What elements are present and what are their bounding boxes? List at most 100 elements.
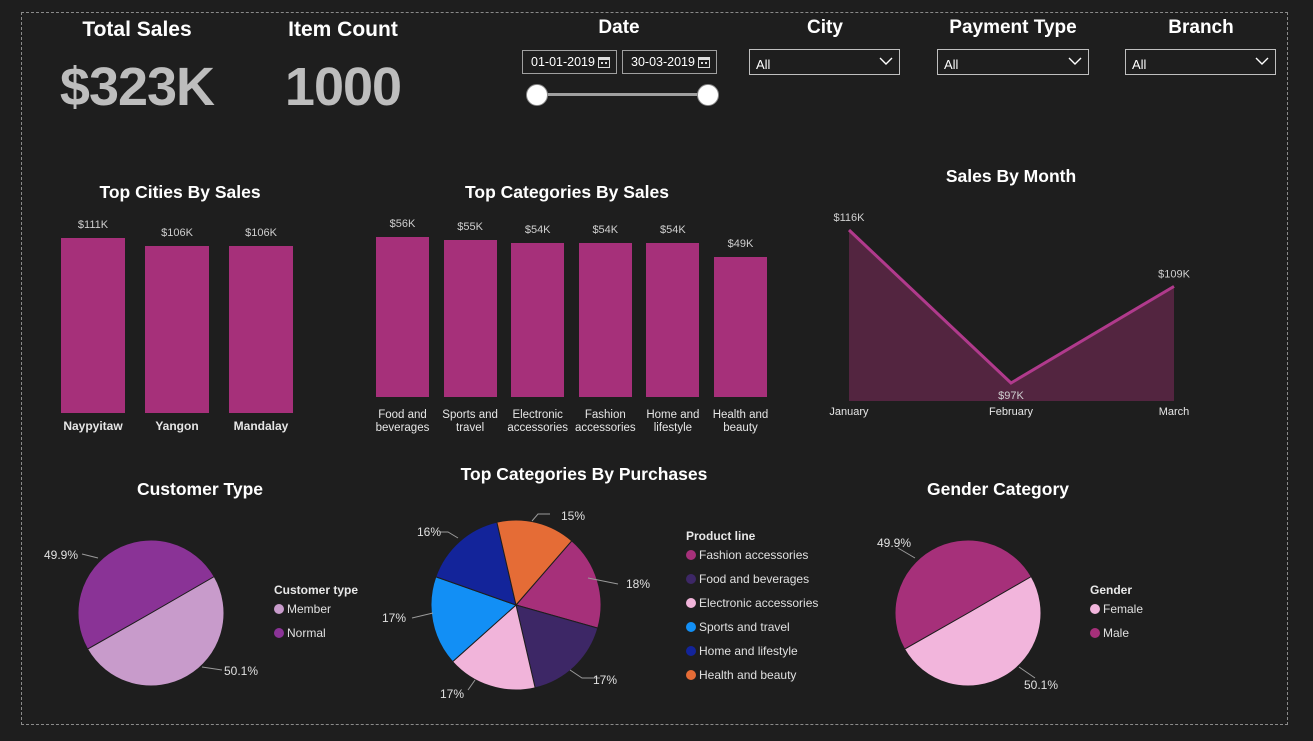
product-line-legend: Product line Fashion accessories Food and… [686, 529, 818, 687]
data-label: $109K [1158, 268, 1190, 280]
legend-label: Health and beauty [699, 668, 797, 682]
legend-label: Sports and travel [699, 620, 790, 634]
data-label: $106K [161, 226, 193, 239]
chevron-down-icon [1255, 57, 1269, 65]
legend-item[interactable]: Health and beauty [686, 663, 818, 687]
date-range-start-handle[interactable] [526, 84, 548, 106]
x-tick-label: March [1159, 406, 1190, 418]
category-label-line: lifestyle [653, 422, 693, 434]
legend-item[interactable]: Food and beverages [686, 567, 818, 591]
category-label-line: Sports and [442, 409, 498, 421]
branch-filter-title: Branch [1168, 17, 1234, 38]
legend-marker [274, 604, 284, 614]
customer-type-title: Customer Type [136, 479, 264, 499]
calendar-icon[interactable] [698, 56, 710, 68]
legend-label: Male [1103, 626, 1130, 640]
payment-type-select-value: All [944, 57, 959, 72]
category-label: Electronic accessories [501, 409, 574, 435]
bar [578, 242, 632, 397]
data-label: $106K [245, 226, 277, 239]
pie-label: 16% [417, 525, 441, 539]
customer-type-legend: Customer type Member Normal [274, 583, 358, 645]
legend-marker [686, 598, 696, 608]
legend-marker [1090, 604, 1100, 614]
legend-item[interactable]: Fashion accessories [686, 543, 818, 567]
calendar-icon[interactable] [598, 56, 610, 68]
legend-item[interactable]: Home and lifestyle [686, 639, 818, 663]
legend-marker [686, 670, 696, 680]
legend-item[interactable]: Female [1090, 597, 1143, 621]
pie-label: 49.9% [44, 548, 78, 562]
category-label: Sports and travel [434, 409, 507, 435]
category-label: Home and lifestyle [636, 409, 709, 435]
data-label: $54K [592, 223, 619, 236]
customer-type-pie: 50.1% 49.9% [44, 539, 258, 687]
date-range-slider-track[interactable] [537, 93, 708, 96]
legend-title: Product line [686, 529, 756, 543]
pie-label: 50.1% [1024, 678, 1058, 692]
total-sales-title: Total Sales [82, 18, 192, 41]
item-count-title: Item Count [288, 18, 398, 41]
bar [61, 238, 125, 413]
date-end-input[interactable]: 30-03-2019 [622, 50, 717, 74]
data-label: $111K [77, 219, 109, 231]
category-label: Health and beauty [704, 409, 777, 435]
category-label-line: beverages [375, 422, 430, 434]
pie-label: 17% [593, 673, 617, 687]
legend-marker [686, 646, 696, 656]
pie-label: 18% [626, 577, 650, 591]
legend-label: Electronic accessories [699, 596, 819, 610]
category-label: Naypyitaw [63, 419, 123, 433]
legend-label: Female [1103, 602, 1144, 616]
category-label-line: accessories [507, 422, 569, 434]
chevron-down-icon [1068, 57, 1082, 65]
branch-select-value: All [1132, 57, 1147, 72]
x-tick-label: February [989, 406, 1034, 418]
legend-marker [686, 550, 696, 560]
bar [443, 239, 497, 397]
legend-label: Home and lifestyle [699, 644, 798, 658]
legend-item[interactable]: Sports and travel [686, 615, 818, 639]
date-range-end-handle[interactable] [697, 84, 719, 106]
payment-type-select[interactable]: All [937, 49, 1089, 75]
category-label-line: Home and [646, 409, 700, 421]
bar [376, 237, 429, 397]
legend-marker [1090, 628, 1100, 638]
chevron-down-icon [879, 57, 893, 65]
data-label: $54K [660, 223, 686, 236]
leader-line [1018, 666, 1036, 679]
city-filter-title: City [807, 17, 843, 38]
x-tick-label: January [829, 406, 869, 418]
bar [145, 245, 209, 413]
legend-item[interactable]: Electronic accessories [686, 591, 818, 615]
date-end-value: 30-03-2019 [631, 55, 695, 69]
legend-item[interactable]: Member [274, 597, 358, 621]
category-label-line: Electronic [512, 409, 563, 421]
pie-label: 15% [561, 509, 585, 523]
data-label: $116K [834, 212, 866, 224]
leader-line [81, 553, 99, 559]
branch-select[interactable]: All [1125, 49, 1276, 75]
data-label: $54K [524, 223, 551, 236]
legend-item[interactable]: Male [1090, 621, 1143, 645]
bar [646, 242, 700, 397]
leader-line [201, 666, 223, 671]
sales-by-month-title: Sales By Month [945, 166, 1077, 186]
city-select-value: All [756, 57, 771, 72]
bar [714, 257, 767, 397]
data-label: $49K [727, 238, 754, 250]
data-label: $56K [389, 218, 416, 230]
sales-by-month-chart: $116K January $97K February $109K March [829, 212, 1190, 418]
pie-label: 50.1% [224, 664, 258, 678]
category-label-line: Food and [378, 409, 427, 421]
category-label-line: Health and [712, 409, 769, 421]
city-select[interactable]: All [749, 49, 900, 75]
gender-category-title: Gender Category [927, 479, 1069, 499]
legend-label: Food and beverages [699, 572, 810, 586]
category-label: Food and beverages [366, 409, 439, 435]
date-start-input[interactable]: 01-01-2019 [522, 50, 617, 74]
legend-item[interactable]: Normal [274, 621, 358, 645]
data-label: $97K [998, 390, 1024, 402]
legend-label: Fashion accessories [699, 548, 809, 562]
pie-label: 49.9% [877, 536, 911, 550]
